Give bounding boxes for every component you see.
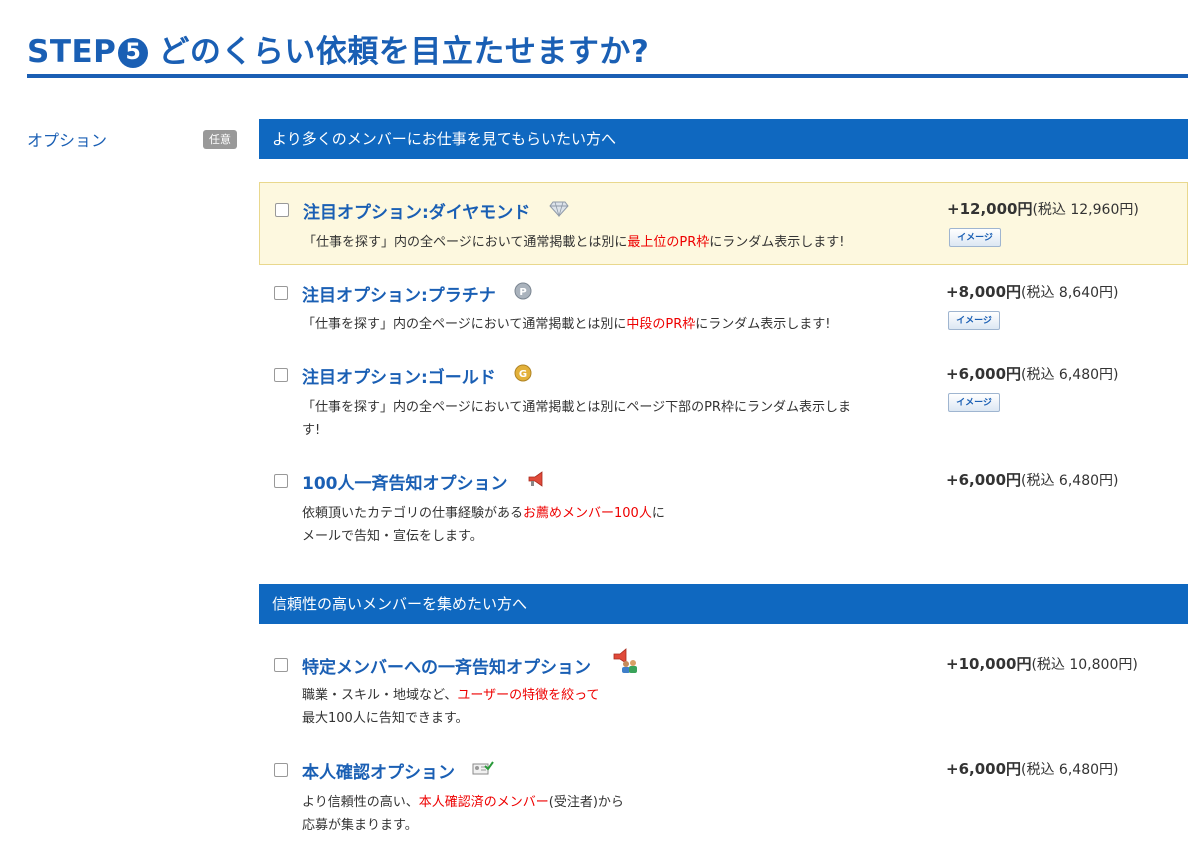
image-button-platinum[interactable]: イメージ xyxy=(948,311,1000,330)
option-desc-gold: 「仕事を探す」内の全ページにおいて通常掲載とは別にページ下部のPR枠にランダム表… xyxy=(302,400,851,438)
option-desc-diamond: 「仕事を探す」内の全ページにおいて通常掲載とは別に最上位のPR枠にランダム表示し… xyxy=(303,235,845,250)
option-label: オプション xyxy=(27,131,108,150)
identity-checkbox[interactable] xyxy=(274,763,288,777)
step-question: どのくらい依頼を目立たせますか? xyxy=(158,34,650,70)
group-megaphone-icon xyxy=(613,648,637,673)
option-row-identity[interactable]: 本人確認オプション より信頼性の高い、本人確認済のメンバー(受注者)から 応募が集… xyxy=(259,745,1188,845)
option-name-diamond: 注目オプション:ダイヤモンド xyxy=(303,203,531,223)
option-row-diamond[interactable]: 注目オプション:ダイヤモンド 「仕事を探す」内の全ページにおいて通常掲載とは別に… xyxy=(259,182,1188,265)
option-price-diamond: +12,000円(税込 12,960円) xyxy=(947,200,1139,218)
option-name-identity: 本人確認オプション xyxy=(302,763,455,783)
section-header-trusted-members: 信頼性の高いメンバーを集めたい方へ xyxy=(259,584,1188,624)
option-price-platinum: +8,000円(税込 8,640円) xyxy=(946,283,1119,301)
title-underline xyxy=(27,74,1188,78)
option-desc-specific-members: 職業・スキル・地域など、ユーザーの特徴を絞って 最大100人に告知できます。 xyxy=(302,688,600,726)
image-button-gold[interactable]: イメージ xyxy=(948,393,1000,412)
specific-members-checkbox[interactable] xyxy=(274,658,288,672)
option-price-identity: +6,000円(税込 6,480円) xyxy=(946,760,1119,778)
optional-badge: 任意 xyxy=(203,130,237,149)
option-price-gold: +6,000円(税込 6,480円) xyxy=(946,365,1119,383)
option-name-100-members: 100人一斉告知オプション xyxy=(302,474,508,494)
option-row-100-members[interactable]: 100人一斉告知オプション 依頼頂いたカテゴリの仕事経験があるお薦めメンバー10… xyxy=(259,454,1188,554)
option-desc-100-members: 依頼頂いたカテゴリの仕事経験があるお薦めメンバー100人に メールで告知・宣伝をし… xyxy=(302,506,665,544)
option-price-100-members: +6,000円(税込 6,480円) xyxy=(946,471,1119,489)
option-row-specific-members[interactable]: 特定メンバーへの一斉告知オプション 職業・スキル・地域など、ユーザーの特徴を絞っ… xyxy=(259,638,1188,738)
option-row-gold[interactable]: 注目オプション:ゴールド G 「仕事を探す」内の全ページにおいて通常掲載とは別に… xyxy=(259,348,1188,448)
option-name-specific-members: 特定メンバーへの一斉告知オプション xyxy=(302,658,591,678)
option-row-platinum[interactable]: 注目オプション:プラチナ P 「仕事を探す」内の全ページにおいて通常掲載とは別に… xyxy=(259,266,1188,344)
platinum-checkbox[interactable] xyxy=(274,286,288,300)
id-card-icon xyxy=(472,761,494,775)
option-price-specific-members: +10,000円(税込 10,800円) xyxy=(946,655,1138,673)
section-header-more-members: より多くのメンバーにお仕事を見てもらいたい方へ xyxy=(259,119,1188,159)
option-name-gold: 注目オプション:ゴールド xyxy=(302,368,496,388)
option-name-platinum: 注目オプション:プラチナ xyxy=(302,286,496,306)
megaphone-icon xyxy=(528,471,543,487)
svg-text:P: P xyxy=(519,287,526,298)
100-members-checkbox[interactable] xyxy=(274,474,288,488)
diamond-icon xyxy=(549,201,569,217)
image-button-diamond[interactable]: イメージ xyxy=(949,228,1001,247)
option-desc-platinum: 「仕事を探す」内の全ページにおいて通常掲載とは別に中段のPR枠にランダム表示しま… xyxy=(302,317,831,332)
diamond-checkbox[interactable] xyxy=(275,203,289,217)
step-number-circle: 5 xyxy=(118,38,149,68)
gold-checkbox[interactable] xyxy=(274,368,288,382)
step-title: STEP 5 どのくらい依頼を目立たせますか? xyxy=(27,26,649,71)
step-prefix: STEP xyxy=(27,34,117,70)
gold-icon: G xyxy=(514,364,532,382)
option-desc-identity: より信頼性の高い、本人確認済のメンバー(受注者)から 応募が集まります。 xyxy=(302,795,624,833)
platinum-icon: P xyxy=(514,282,532,300)
svg-text:G: G xyxy=(519,369,527,380)
